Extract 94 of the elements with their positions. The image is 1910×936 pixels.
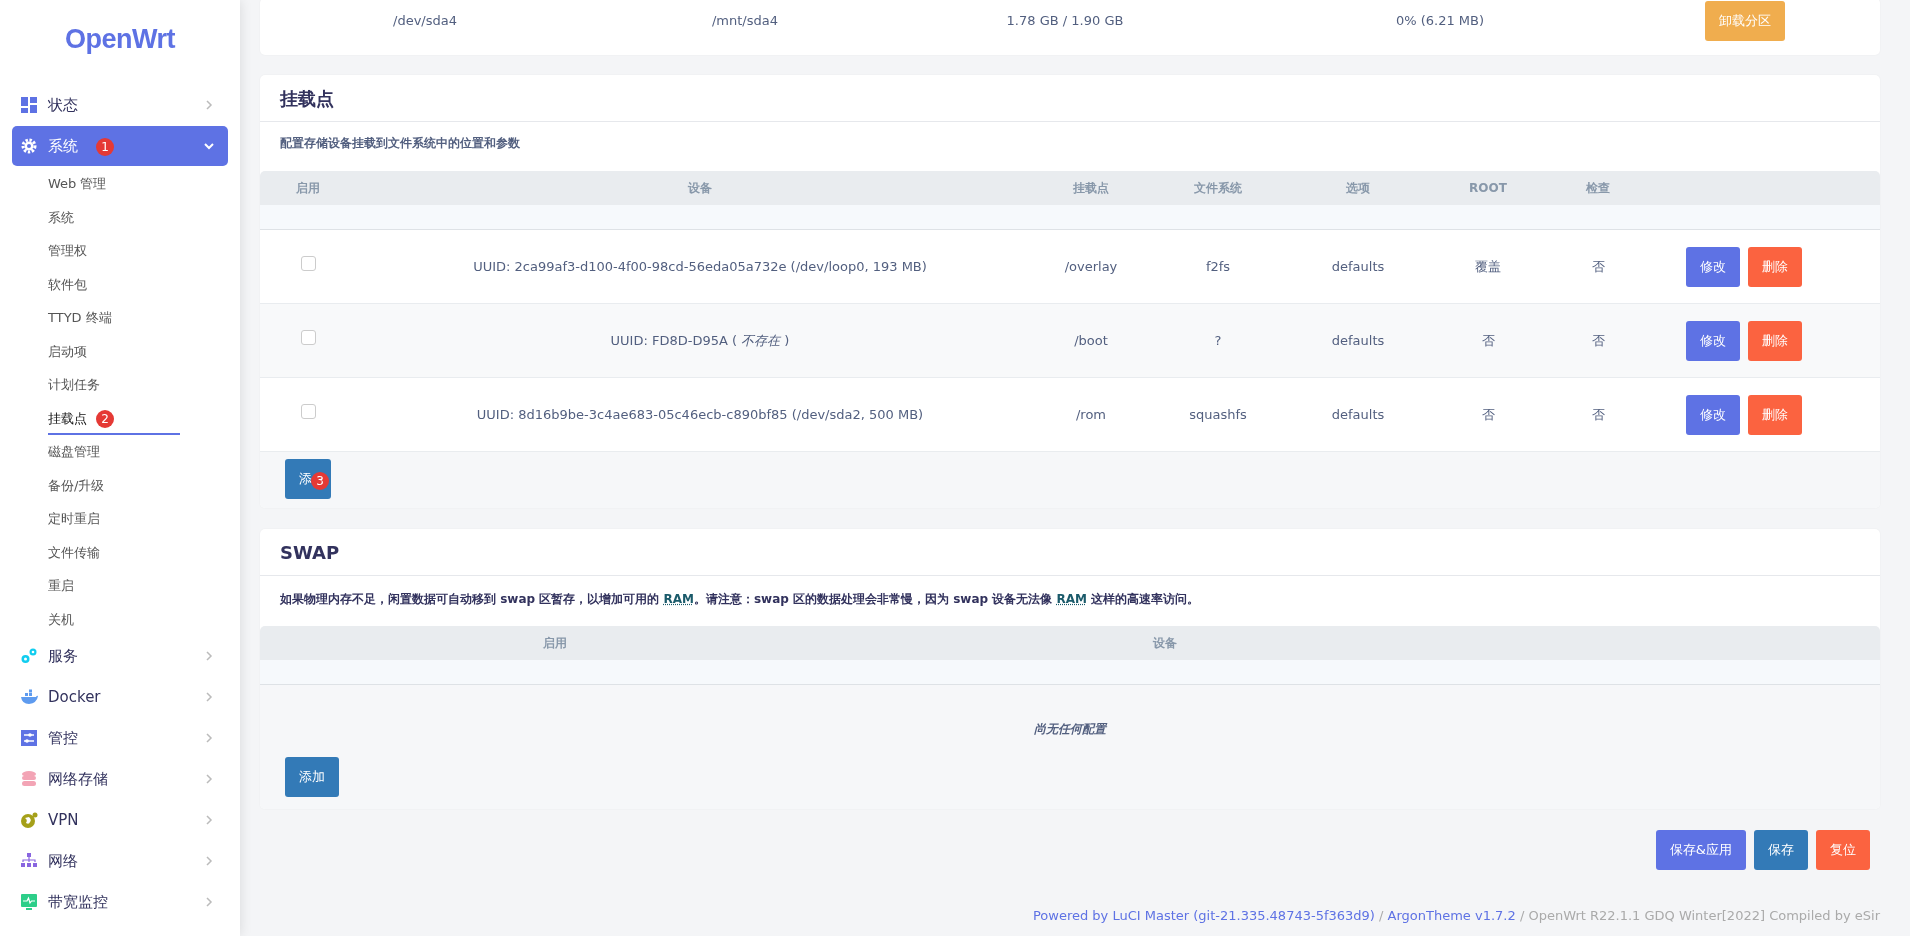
menu-item[interactable]: 带宽监控	[12, 882, 228, 922]
column-header: 文件系统	[1194, 181, 1242, 195]
table-cell: 覆盖	[1475, 258, 1501, 274]
submenu-item[interactable]: Web 管理	[48, 176, 107, 191]
empty-message: 尚无任何配置	[1034, 722, 1106, 736]
chevron-right-icon	[204, 856, 214, 866]
chevron-right-icon	[204, 897, 214, 907]
submenu-item[interactable]: TTYD 终端	[48, 310, 112, 325]
edit-button[interactable]: 修改	[1686, 394, 1740, 435]
column-header: 挂载点	[1073, 181, 1109, 195]
chevron-right-icon	[204, 651, 214, 661]
submenu-item[interactable]: 软件包	[48, 276, 87, 292]
table-cell: defaults	[1331, 258, 1385, 274]
section-title: SWAP	[260, 529, 1880, 576]
menu-item[interactable]: 管控	[12, 718, 228, 758]
save-apply-button[interactable]: 保存&应用	[1655, 829, 1746, 870]
sliders-icon	[20, 729, 38, 747]
chevron-right-icon	[204, 100, 214, 110]
add-button[interactable]: 添 3	[285, 459, 331, 499]
menu-item[interactable]: 服务	[12, 636, 228, 676]
description-text: 配置存储设备挂载到文件系统中的位置和参数	[280, 136, 520, 150]
table-cell: 1.78 GB / 1.90 GB	[1006, 13, 1124, 29]
table-cell: 否	[1591, 406, 1605, 422]
menu-item[interactable]: 网络存储	[12, 759, 228, 799]
whale-icon	[20, 688, 38, 706]
menu-item[interactable]: 系统 1	[12, 126, 228, 166]
settings-icon	[20, 137, 38, 155]
column-header: ROOT	[1469, 181, 1507, 195]
table-cell: /mnt/sda4	[712, 13, 778, 29]
column-header: 启用	[296, 181, 320, 195]
submenu-item[interactable]: 系统	[48, 209, 74, 225]
column-header: 选项	[1346, 181, 1370, 195]
checkbox[interactable]	[300, 330, 316, 346]
submenu-item[interactable]: 挂载点	[48, 410, 87, 426]
chevron-right-icon	[204, 774, 214, 784]
table-cell: defaults	[1331, 332, 1385, 348]
table-cell: 否	[1481, 406, 1495, 422]
table-cell: 否	[1591, 332, 1605, 348]
monitor-icon	[20, 893, 38, 911]
submenu-item[interactable]: 备份/升级	[48, 477, 105, 493]
footer-link[interactable]: Powered by LuCI Master (git-21.335.48743-5f363d9)	[1032, 907, 1375, 923]
notification-badge: 1	[96, 138, 114, 156]
description-text: 如果物理内存不足，闲置数据可自动移到 swap 区暂存，以增加可用的 RAM。请注意：swap 区的数据处理会非常慢，因为 swap 设备无法像 RAM 这样的高速率访问。	[280, 592, 1200, 606]
menu-item[interactable]: 状态	[12, 85, 228, 125]
submenu-item[interactable]: 关机	[48, 611, 74, 627]
submenu-item[interactable]: 计划任务	[48, 377, 100, 392]
checkbox[interactable]	[300, 256, 316, 272]
table-cell: 否	[1591, 258, 1605, 274]
chevron-down-icon	[204, 141, 214, 151]
menu-item[interactable]: Docker	[12, 677, 228, 717]
table-cell: UUID: 8d16b9be-3c4ae683-05c46ecb-c890bf85 (/dev/sda2, 500 MB)	[476, 406, 924, 422]
footer-text: Powered by LuCI Master (git-21.335.48743-5f363d9) / ArgonTheme v1.7.2 / OpenWrt R22.1.1 GDQ Winter[2022] Compiled by eSir	[1032, 907, 1880, 923]
submenu-item[interactable]: 文件传输	[48, 544, 100, 560]
table-cell: UUID: 2ca99af3-d100-4f00-98cd-56eda05a732e (/dev/loop0, 193 MB)	[473, 258, 927, 274]
table-cell: /boot	[1074, 332, 1108, 348]
save-button[interactable]: 保存	[1754, 829, 1808, 870]
section-title: 挂载点	[260, 75, 1880, 122]
gears-icon	[20, 647, 38, 665]
submenu-item[interactable]: 磁盘管理	[48, 444, 100, 459]
globe-icon	[20, 811, 38, 829]
table-cell: ?	[1214, 332, 1222, 348]
table-cell: /overlay	[1064, 258, 1118, 274]
footer-link[interactable]: ArgonTheme v1.7.2	[1387, 907, 1516, 923]
table-cell: UUID: FD8D-D95A ( 不存在 )	[610, 332, 790, 348]
table-cell: /dev/sda4	[393, 13, 457, 29]
table-cell: /rom	[1075, 406, 1107, 422]
sitemap-icon	[20, 852, 38, 870]
checkbox[interactable]	[300, 404, 316, 420]
submenu-item[interactable]: 定时重启	[48, 511, 100, 526]
add-button[interactable]: 添加	[285, 756, 339, 797]
database-icon	[20, 770, 38, 788]
chevron-right-icon	[204, 815, 214, 825]
submenu-item[interactable]: 管理权	[48, 243, 87, 258]
submenu-item[interactable]: 重启	[48, 578, 74, 593]
edit-button[interactable]: 修改	[1686, 246, 1740, 287]
column-header: 设备	[688, 181, 712, 195]
menu-item[interactable]: 网络	[12, 841, 228, 881]
menu-item[interactable]: VPN	[12, 800, 228, 840]
notification-badge: 3	[311, 472, 329, 490]
column-header: 检查	[1586, 181, 1610, 195]
column-header: 设备	[1153, 636, 1177, 650]
submenu-item[interactable]: 启动项	[48, 343, 87, 359]
edit-button[interactable]: 修改	[1686, 320, 1740, 361]
table-cell: squashfs	[1189, 406, 1247, 422]
table-cell: defaults	[1331, 406, 1385, 422]
table-cell: 0% (6.21 MB)	[1395, 13, 1485, 29]
column-header: 启用	[543, 636, 567, 650]
notification-badge: 2	[96, 409, 114, 428]
dashboard-icon	[20, 96, 38, 114]
logo[interactable]: OpenWrt	[0, 0, 240, 85]
table-cell: 否	[1481, 332, 1495, 348]
chevron-right-icon	[204, 692, 214, 702]
table-cell: f2fs	[1205, 258, 1231, 274]
chevron-right-icon	[204, 733, 214, 743]
